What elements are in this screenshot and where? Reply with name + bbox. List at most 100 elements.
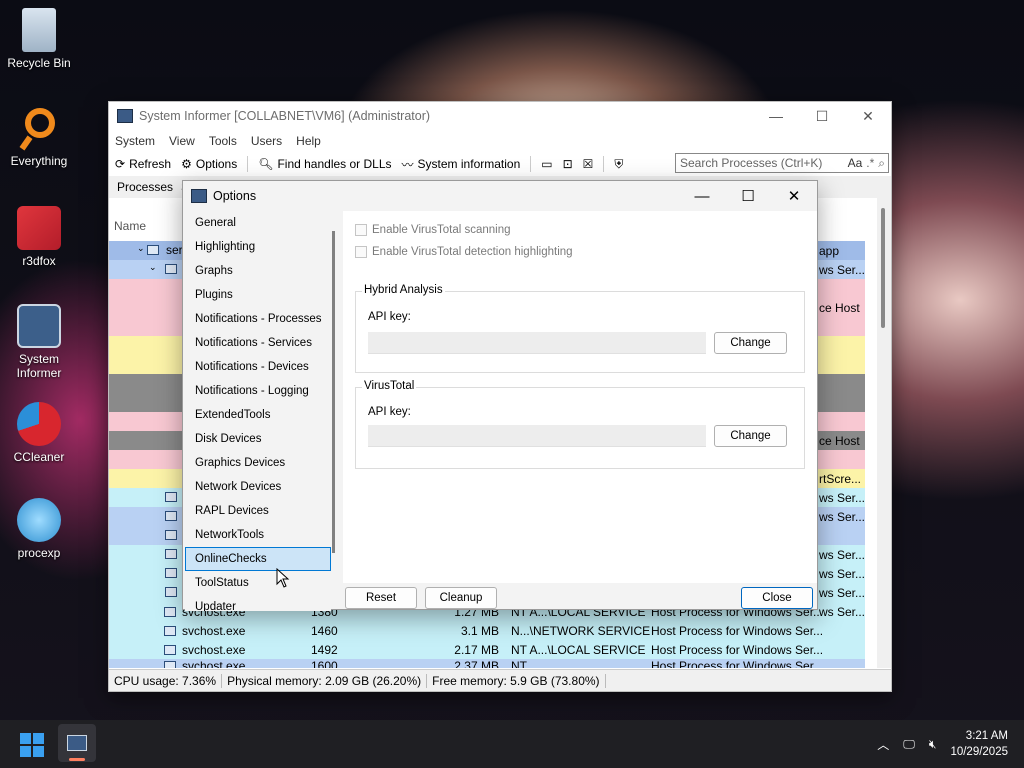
nav-item-networktools[interactable]: NetworkTools [185,523,331,547]
process-pid: 1460 [311,623,338,638]
speaker-muted-icon[interactable]: 🔇︎ [929,737,937,752]
cleanup-button[interactable]: Cleanup [425,587,497,609]
regex-icon[interactable]: .* [866,156,874,170]
maximize-button[interactable]: ☐ [725,181,771,211]
options-dialog[interactable]: Options — ☐ ✕ General Highlighting Graph… [182,180,818,611]
system-tray: ︿ 🖵 🔇︎ 3:21 AM 10/29/2025 [877,720,1008,768]
title-bar[interactable]: System Informer [COLLABNET\VM6] (Adminis… [109,102,891,130]
process-description: Host Process for Windows Ser... [651,659,824,668]
nav-item-highlighting[interactable]: Highlighting [185,235,331,259]
nav-item-notifications-logging[interactable]: Notifications - Logging [185,379,331,403]
row-desc-fragment: app [819,243,840,258]
windows-logo-icon [33,733,44,744]
virustotal-api-key-field[interactable] [368,425,706,447]
group-title: Hybrid Analysis [362,284,445,296]
process-name: svchost.exe [182,642,246,657]
nav-item-updater[interactable]: Updater [185,595,331,611]
nav-scrollbar[interactable] [332,231,335,553]
virustotal-change-button[interactable]: Change [714,425,787,447]
options-title-bar[interactable]: Options — ☐ ✕ [183,181,817,211]
close-button[interactable]: ✕ [845,102,891,130]
hybrid-api-key-field[interactable] [368,332,706,354]
vertical-scrollbar[interactable] [877,198,891,668]
close-window-icon[interactable]: ☒ [583,157,594,171]
shield-icon[interactable]: ⛨ [614,157,623,172]
nav-item-notifications-services[interactable]: Notifications - Services [185,331,331,355]
refresh-button[interactable]: ⟳ Refresh [115,157,171,171]
menu-view[interactable]: View [169,134,195,148]
nav-item-graphs[interactable]: Graphs [185,259,331,283]
refresh-icon: ⟳ [115,157,126,171]
tab-processes[interactable]: Processes [117,180,181,194]
chevron-down-icon[interactable]: ⌄ [149,262,157,273]
menu-bar: System View Tools Users Help [109,130,891,152]
virustotal-scanning-checkbox[interactable]: Enable VirusTotal scanning [355,224,511,236]
table-row[interactable]: svchost.exe 1460 3.1 MB N...\NETWORK SER… [164,621,864,640]
display-icon[interactable]: 🖵 [903,737,915,752]
desktop-icon-ccleaner[interactable]: CCleaner [4,402,74,464]
desktop-icon-procexp[interactable]: procexp [4,498,74,560]
search-input[interactable]: Search Processes (Ctrl+K) Aa .* ⌕ [675,153,889,173]
find-window-icon[interactable]: ⊡ [563,157,573,171]
process-icon [147,245,159,255]
process-icon [164,644,176,655]
nav-item-notifications-processes[interactable]: Notifications - Processes [185,307,331,331]
taskbar-system-informer[interactable] [58,724,96,762]
window-icon[interactable]: ▭ [541,157,552,171]
row-desc-fragment: ce Host [819,300,860,315]
match-case-toggle[interactable]: Aa [848,156,863,170]
nav-item-rapl-devices[interactable]: RAPL Devices [185,499,331,523]
nav-item-onlinechecks[interactable]: OnlineChecks [185,547,331,571]
virustotal-highlighting-checkbox[interactable]: Enable VirusTotal detection highlighting [355,246,573,258]
maximize-button[interactable]: ☐ [799,102,845,130]
process-icon [165,530,177,540]
desktop-icon-r3dfox[interactable]: r3dfox [4,206,74,268]
nav-item-extendedtools[interactable]: ExtendedTools [185,403,331,427]
nav-item-network-devices[interactable]: Network Devices [185,475,331,499]
minimize-button[interactable]: — [753,102,799,130]
nav-item-general[interactable]: General [185,211,331,235]
close-button[interactable]: ✕ [771,181,817,211]
desktop-icon-system-informer[interactable]: System Informer [4,304,74,380]
table-row[interactable]: svchost.exe 1492 2.17 MB NT A...\LOCAL S… [164,640,864,659]
process-icon [165,549,177,559]
group-title: VirusTotal [362,380,417,392]
windows-logo-icon [33,746,44,757]
start-button[interactable] [20,733,44,757]
chevron-up-icon[interactable]: ︿ [877,736,889,753]
system-information-button[interactable]: 〰 System information [402,156,521,173]
options-button[interactable]: ⚙ Options [181,157,237,171]
close-dialog-button[interactable]: Close [741,587,813,609]
api-key-label: API key: [368,311,411,323]
r3dfox-icon [17,206,61,250]
nav-item-graphics-devices[interactable]: Graphics Devices [185,451,331,475]
reset-button[interactable]: Reset [345,587,417,609]
nav-item-plugins[interactable]: Plugins [185,283,331,307]
menu-tools[interactable]: Tools [209,134,237,148]
minimize-button[interactable]: — [679,181,725,211]
hybrid-change-button[interactable]: Change [714,332,787,354]
column-header-name[interactable]: Name [109,219,146,239]
clock[interactable]: 3:21 AM 10/29/2025 [950,728,1008,760]
chevron-down-icon[interactable]: ⌄ [137,243,145,254]
desktop-icon-label: System Informer [16,352,62,380]
menu-help[interactable]: Help [296,134,321,148]
status-bar: CPU usage: 7.36% Physical memory: 2.09 G… [109,669,891,691]
windows-logo-icon [20,733,31,744]
find-handles-button[interactable]: 🔍︎ Find handles or DLLs [258,157,391,171]
nav-item-toolstatus[interactable]: ToolStatus [185,571,331,595]
recycle-bin-icon [22,8,56,52]
nav-item-disk-devices[interactable]: Disk Devices [185,427,331,451]
nav-item-notifications-devices[interactable]: Notifications - Devices [185,355,331,379]
search-icon: 🔍︎ [258,157,274,171]
row-desc-fragment: ws Ser... [819,585,865,600]
desktop-icon-label: r3dfox [22,254,56,268]
scrollbar-thumb[interactable] [881,208,885,328]
desktop-icon-recycle-bin[interactable]: Recycle Bin [4,8,74,70]
table-row[interactable]: svchost.exe 1600 2.37 MB NT AUTHORITY\SY… [164,659,864,668]
menu-users[interactable]: Users [251,134,282,148]
menu-system[interactable]: System [115,134,155,148]
process-icon [165,511,177,521]
desktop-icon-everything[interactable]: Everything [4,106,74,168]
checkbox-box [355,224,367,236]
